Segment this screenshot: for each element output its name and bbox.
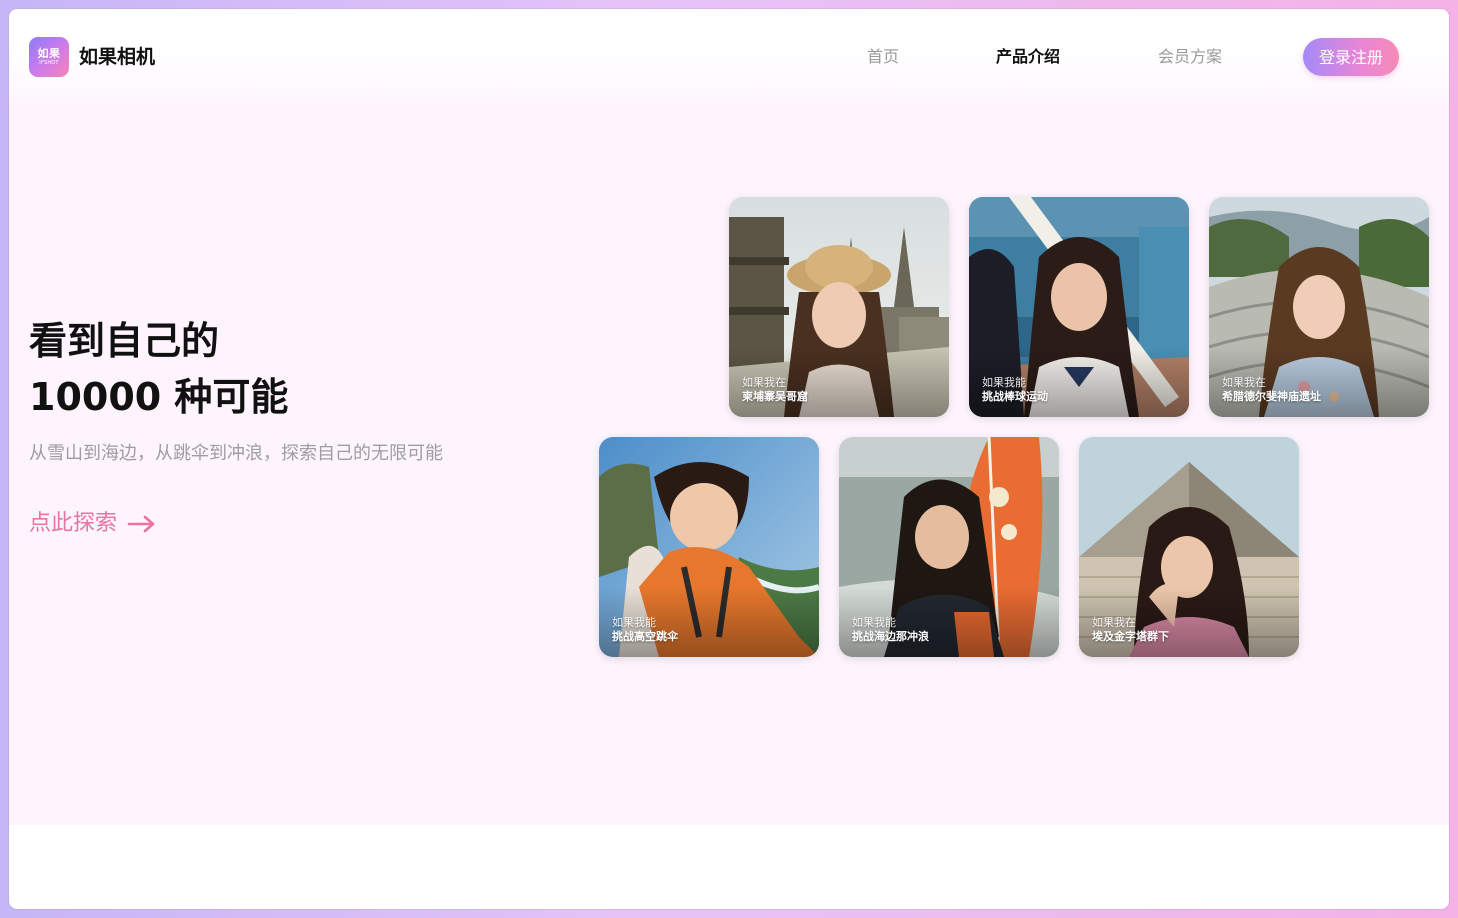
card-caption-title: 挑战棒球运动 <box>982 390 1048 403</box>
gallery-card-surfing[interactable]: 如果我能 挑战海边那冲浪 <box>839 437 1059 657</box>
card-caption-title: 希腊德尔斐神庙遗址 <box>1222 390 1321 403</box>
brand-name[interactable]: 如果相机 <box>79 43 155 71</box>
card-caption-prefix: 如果我在 <box>742 376 786 389</box>
nav-membership[interactable]: 会员方案 <box>1158 45 1222 69</box>
card-caption-title: 柬埔寨吴哥窟 <box>742 390 808 403</box>
login-register-button[interactable]: 登录注册 <box>1303 38 1399 76</box>
card-caption-title: 挑战海边那冲浪 <box>852 630 929 643</box>
card-caption-prefix: 如果我在 <box>1222 376 1266 389</box>
arrow-right-icon <box>127 515 155 533</box>
explore-link-label: 点此探索 <box>29 511 118 536</box>
gallery-card-angkor[interactable]: 如果我在 柬埔寨吴哥窟 <box>729 197 949 417</box>
logo-cn-text: 如果 <box>37 47 61 60</box>
card-caption: 如果我在 埃及金字塔群下 <box>1092 616 1169 644</box>
gallery-card-skydiving[interactable]: 如果我能 挑战高空跳伞 <box>599 437 819 657</box>
card-caption: 如果我能 挑战高空跳伞 <box>612 616 678 644</box>
hero-section: 看到自己的 10000 种可能 从雪山到海边，从跳伞到冲浪，探索自己的无限可能 … <box>9 103 1449 825</box>
card-caption-prefix: 如果我能 <box>612 616 656 629</box>
card-caption-prefix: 如果我在 <box>1092 616 1136 629</box>
nav-product-intro[interactable]: 产品介绍 <box>996 45 1060 69</box>
hero-subtitle: 从雪山到海边，从跳伞到冲浪，探索自己的无限可能 <box>29 443 443 464</box>
nav-home[interactable]: 首页 <box>867 45 899 69</box>
logo-en-text: IFSHOT <box>39 60 59 66</box>
card-caption: 如果我在 柬埔寨吴哥窟 <box>742 376 808 404</box>
gallery-card-baseball[interactable]: 如果我能 挑战棒球运动 <box>969 197 1189 417</box>
top-navbar: 如果 IFSHOT 如果相机 首页 产品介绍 会员方案 登录注册 <box>9 9 1449 103</box>
card-caption: 如果我能 挑战棒球运动 <box>982 376 1048 404</box>
card-caption-prefix: 如果我能 <box>982 376 1026 389</box>
card-caption: 如果我在 希腊德尔斐神庙遗址 <box>1222 376 1321 404</box>
card-caption-prefix: 如果我能 <box>852 616 896 629</box>
card-caption-title: 挑战高空跳伞 <box>612 630 678 643</box>
hero-title: 看到自己的 10000 种可能 <box>29 313 288 425</box>
app-logo-icon[interactable]: 如果 IFSHOT <box>29 37 69 77</box>
gallery-card-delphi[interactable]: 如果我在 希腊德尔斐神庙遗址 <box>1209 197 1429 417</box>
app-window: 如果 IFSHOT 如果相机 首页 产品介绍 会员方案 登录注册 看到自己的 1… <box>9 9 1449 909</box>
card-caption-title: 埃及金字塔群下 <box>1092 630 1169 643</box>
card-caption: 如果我能 挑战海边那冲浪 <box>852 616 929 644</box>
explore-link[interactable]: 点此探索 <box>29 507 157 541</box>
hero-title-line-2: 10000 种可能 <box>29 375 289 419</box>
gallery-card-pyramid[interactable]: 如果我在 埃及金字塔群下 <box>1079 437 1299 657</box>
hero-title-line-1: 看到自己的 <box>29 319 220 363</box>
